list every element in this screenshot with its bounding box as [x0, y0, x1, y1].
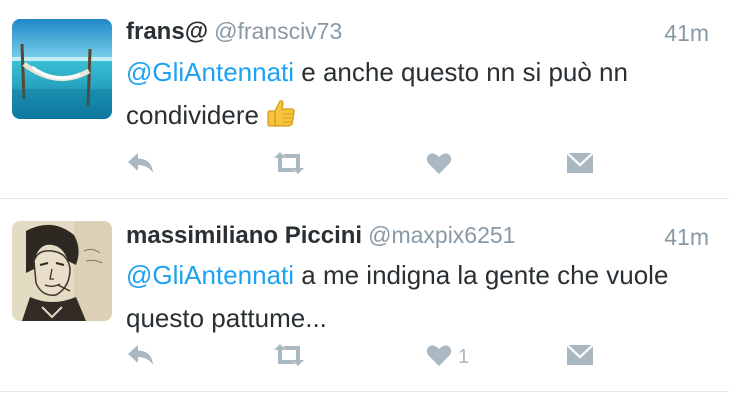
divider — [0, 391, 729, 392]
tweet-text: @GliAntennati a me indigna la gente che … — [126, 254, 709, 340]
reply-button[interactable] — [126, 342, 156, 372]
tweet-header: massimiliano Piccini @maxpix6251 41m — [126, 222, 709, 252]
timestamp[interactable]: 41m — [664, 20, 709, 47]
retweet-icon — [272, 150, 306, 181]
like-button[interactable] — [426, 150, 458, 180]
direct-message-icon — [566, 151, 594, 179]
avatar[interactable] — [12, 221, 112, 321]
mention-link[interactable]: @GliAntennati — [126, 57, 294, 87]
user-handle[interactable]: @fransciv73 — [214, 18, 342, 44]
tweet-text: @GliAntennati e anche questo nn si può n… — [126, 51, 709, 142]
direct-message-button[interactable] — [566, 150, 594, 180]
tweet-item[interactable]: frans@ @fransciv73 41m @GliAntennati e an… — [0, 0, 729, 198]
like-icon — [426, 343, 452, 372]
tweet-actions: 1 — [126, 342, 606, 372]
user-name[interactable]: frans@ — [126, 18, 208, 45]
reply-button[interactable] — [126, 150, 156, 180]
reply-icon — [126, 150, 156, 181]
retweet-icon — [272, 342, 306, 373]
mention-link[interactable]: @GliAntennati — [126, 260, 294, 290]
like-button[interactable]: 1 — [426, 342, 469, 372]
avatar[interactable] — [12, 19, 112, 119]
retweet-button[interactable] — [272, 342, 306, 372]
reply-icon — [126, 342, 156, 373]
like-icon — [426, 151, 452, 180]
timestamp[interactable]: 41m — [664, 224, 709, 251]
user-name[interactable]: massimiliano Piccini — [126, 222, 362, 249]
user-handle[interactable]: @maxpix6251 — [368, 222, 515, 248]
direct-message-button[interactable] — [566, 342, 594, 372]
tweet-actions — [126, 150, 606, 180]
like-count: 1 — [458, 345, 470, 368]
thumbs-up-icon — [265, 97, 297, 142]
retweet-button[interactable] — [272, 150, 306, 180]
tweet-item[interactable]: massimiliano Piccini @maxpix6251 41m @Gli… — [0, 199, 729, 391]
tweet-header: frans@ @fransciv73 41m — [126, 18, 709, 48]
direct-message-icon — [566, 343, 594, 371]
